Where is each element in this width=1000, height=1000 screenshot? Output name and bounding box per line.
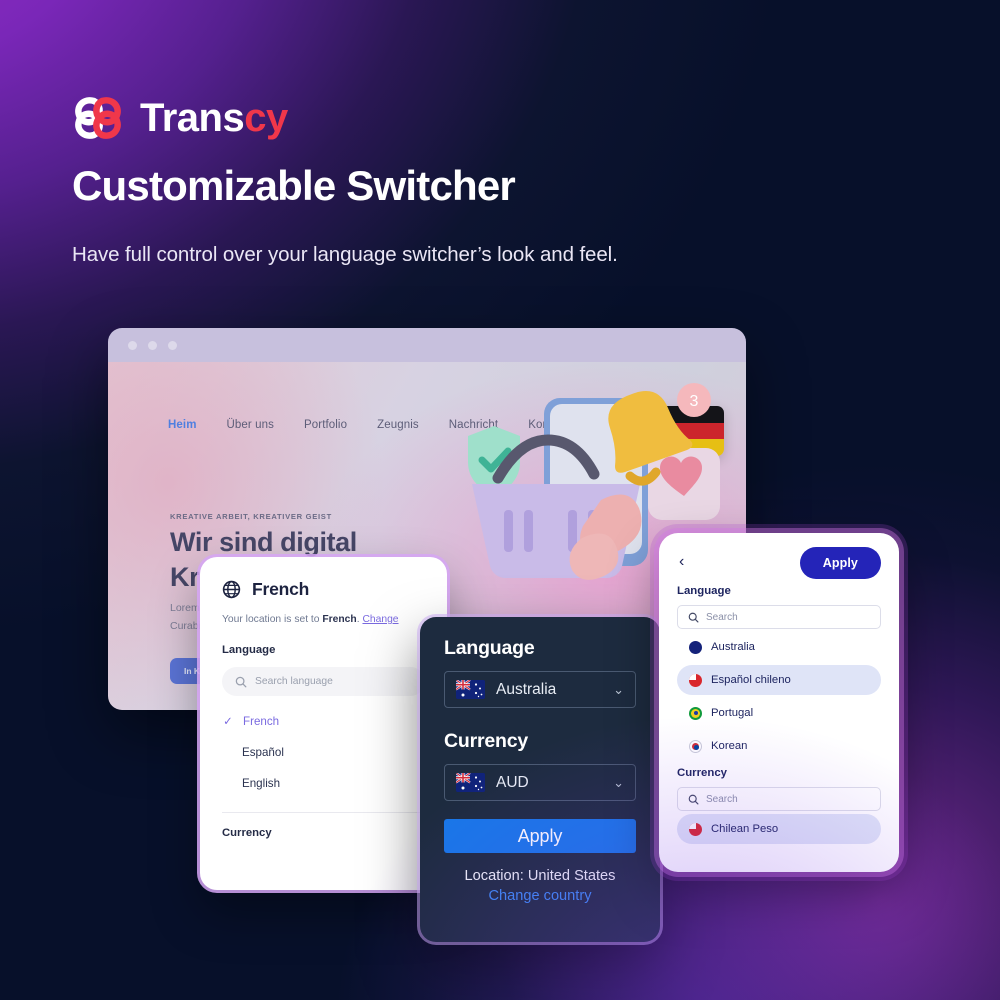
brand-name: Transcy	[140, 98, 288, 138]
check-icon: ✓	[223, 715, 233, 728]
korea-flag-icon	[689, 739, 702, 753]
chile-flag-icon	[689, 822, 702, 836]
switcher-title: French	[252, 579, 310, 599]
right-language-label: Language	[677, 585, 731, 597]
window-maximize-dot[interactable]	[168, 340, 177, 350]
right-language-search-input[interactable]: Search	[677, 605, 881, 629]
language-search-input[interactable]: Search language	[222, 667, 425, 696]
nav-item-uber-uns[interactable]: Über uns	[227, 419, 274, 431]
language-switcher-card-right: ‹ Apply Language Search Australia Españo…	[659, 533, 899, 872]
dark-currency-label: Currency	[444, 730, 529, 752]
right-apply-button[interactable]: Apply	[799, 547, 881, 579]
window-minimize-dot[interactable]	[148, 340, 157, 350]
bell-badge-count: 3	[690, 393, 699, 410]
brand-lockup: Transcy	[72, 92, 288, 144]
search-icon	[235, 676, 247, 687]
brand-name-main: Trans	[140, 96, 245, 140]
language-search-placeholder: Search language	[255, 676, 333, 687]
brand-name-accent: cy	[244, 96, 288, 140]
right-language-option-label: Portugal	[711, 707, 754, 719]
dark-apply-button[interactable]: Apply	[444, 819, 636, 853]
portugal-flag-icon	[689, 706, 702, 720]
chile-flag-icon	[689, 673, 702, 687]
right-currency-search-input[interactable]: Search	[677, 787, 881, 811]
language-option-label: French	[243, 714, 280, 728]
dark-language-label: Language	[444, 637, 535, 659]
language-switcher-card-white: French Your location is set to French. C…	[200, 557, 447, 890]
dark-language-value: Australia	[496, 680, 557, 698]
dark-location-text: Location: United States	[464, 868, 616, 884]
language-option-french[interactable]: ✓ French	[222, 714, 425, 729]
nav-item-portfolio[interactable]: Portfolio	[304, 419, 347, 431]
transcy-knot-logo-icon	[75, 97, 121, 139]
language-section-label: Language	[222, 644, 276, 656]
globe-icon	[222, 580, 241, 599]
language-option-espanol[interactable]: Español	[222, 746, 425, 759]
australia-flag-icon	[456, 680, 485, 699]
nav-item-zeugnis[interactable]: Zeugnis	[377, 419, 419, 431]
right-language-option-label: Australia	[711, 641, 755, 653]
right-currency-label: Currency	[677, 767, 728, 779]
right-currency-search-placeholder: Search	[706, 793, 738, 805]
right-language-option-label: Español chileno	[711, 674, 791, 686]
hero-heading-line1: Wir sind digital	[170, 527, 357, 557]
dark-currency-value: AUD	[496, 773, 529, 791]
right-language-option-label: Korean	[711, 740, 748, 752]
browser-title-bar	[108, 328, 746, 362]
search-icon	[688, 794, 699, 804]
search-icon	[688, 612, 699, 622]
language-option-english[interactable]: English	[222, 777, 425, 790]
page-subtitle: Have full control over your language swi…	[72, 243, 618, 266]
right-currency-option-label: Chilean Peso	[711, 823, 779, 835]
location-notice-value: French	[322, 614, 357, 625]
right-language-option-espanol-chileno[interactable]: Español chileno	[677, 665, 881, 695]
page-title: Customizable Switcher	[72, 162, 516, 209]
right-card-header: ‹ Apply	[677, 547, 881, 579]
language-option-label: English	[242, 777, 281, 790]
nav-item-heim[interactable]: Heim	[168, 419, 197, 431]
location-notice-suffix: .	[356, 614, 360, 625]
right-currency-option-chilean-peso[interactable]: Chilean Peso	[677, 814, 881, 844]
location-notice-prefix: Your location is set to	[222, 614, 323, 625]
chevron-left-icon[interactable]: ‹	[677, 552, 690, 574]
right-language-option-korean[interactable]: Korean	[677, 731, 881, 761]
australia-flag-icon	[456, 773, 485, 792]
language-switcher-card-dark: Language Australia ⌄ Currency AUD ⌄ Appl…	[420, 617, 660, 942]
right-language-option-australia[interactable]: Australia	[677, 632, 881, 662]
right-language-option-portugal[interactable]: Portugal	[677, 698, 881, 728]
currency-section-label: Currency	[222, 827, 272, 839]
change-country-link[interactable]: Change country	[444, 888, 636, 904]
window-close-dot[interactable]	[128, 340, 137, 350]
chevron-down-icon: ⌄	[613, 774, 624, 790]
dark-currency-select[interactable]: AUD ⌄	[444, 764, 636, 801]
chevron-down-icon: ⌄	[613, 681, 624, 697]
australia-flag-icon	[689, 640, 702, 654]
dark-language-select[interactable]: Australia ⌄	[444, 671, 636, 708]
hero-eyebrow: KREATIVE ARBEIT, KREATIVER GEIST	[170, 512, 332, 521]
divider	[222, 812, 425, 813]
change-location-link[interactable]: Change	[362, 614, 398, 625]
location-notice: Your location is set to French. Change	[222, 614, 425, 625]
switcher-header: French	[222, 579, 425, 600]
page-background: Transcy Customizable Switcher Have full …	[0, 0, 1000, 1000]
language-option-label: Español	[242, 746, 284, 759]
right-language-search-placeholder: Search	[706, 611, 738, 623]
